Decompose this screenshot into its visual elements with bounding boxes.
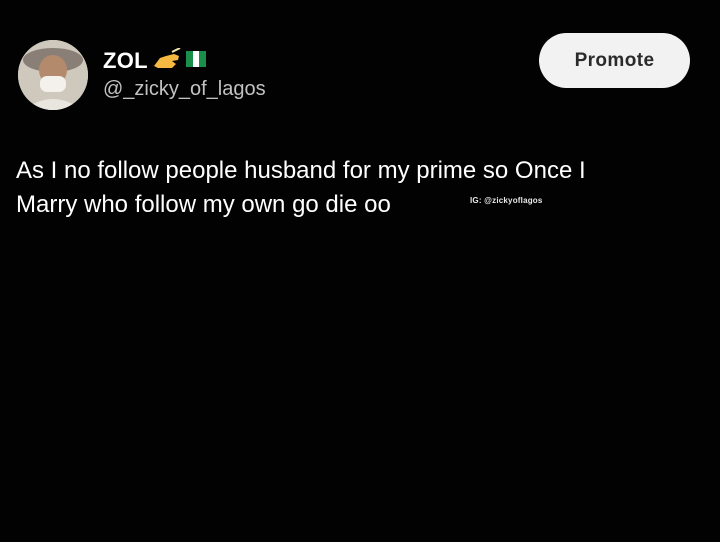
nigeria-flag-icon [185,50,206,72]
avatar[interactable] [18,40,88,110]
tweet-text-line-2: Marry who follow my own go die oo [16,191,391,218]
instagram-watermark: IG: @zickyoflagos [470,196,543,205]
display-name[interactable]: ZOL [103,48,148,74]
tweet-text: As I no follow people husband for my pri… [16,154,696,222]
avatar-image [18,40,88,110]
tweet-text-line-1: As I no follow people husband for my pri… [16,157,586,184]
writing-hand-emoji-icon [152,46,182,75]
tweet-card: ZOL @_zicky_of_lagos Promote As I no fol… [0,0,720,542]
display-name-row: ZOL [103,46,206,76]
promote-button[interactable]: Promote [539,33,690,88]
user-handle[interactable]: @_zicky_of_lagos [103,78,266,101]
